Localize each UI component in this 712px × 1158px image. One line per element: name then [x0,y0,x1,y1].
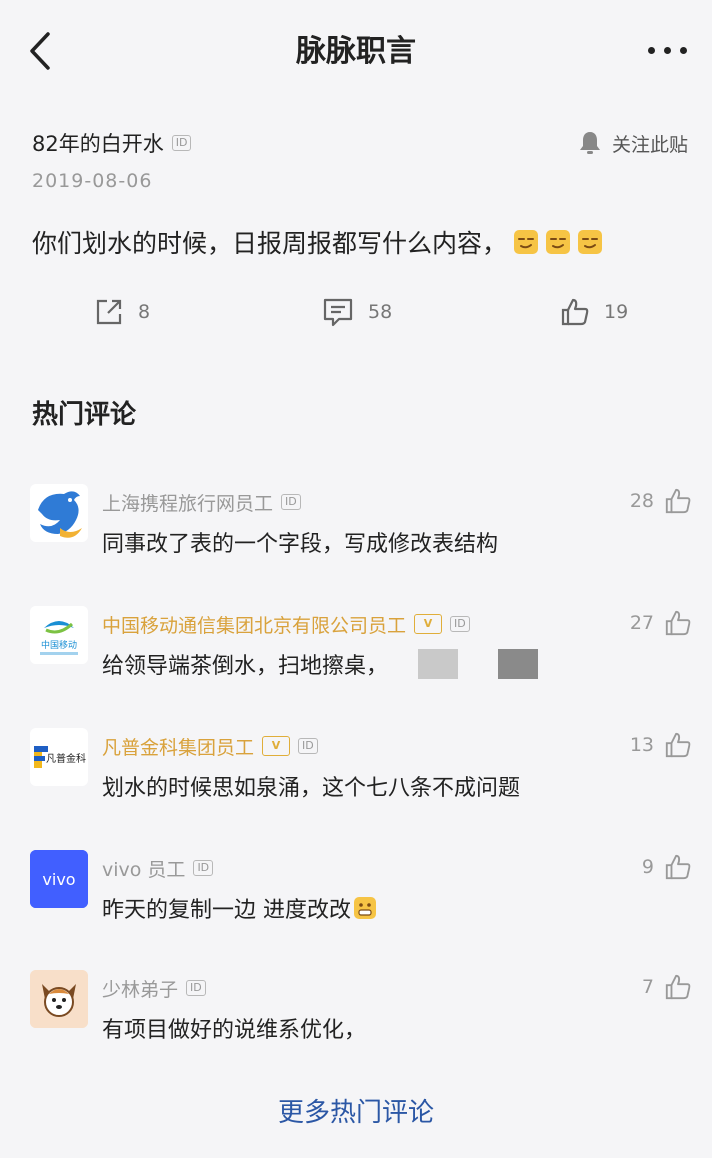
avatar-vivo-logo[interactable]: vivo [30,850,88,908]
commenter-name[interactable]: 上海携程旅行网员工 [102,489,273,516]
grin-emoji-icon [354,897,376,919]
id-badge: ID [298,738,318,754]
commenter-row: 中国移动通信集团北京有限公司员工 V ID [102,610,470,638]
page-title: 脉脉职言 [296,34,416,69]
avatar-china-mobile-logo[interactable]: 中国移动 [30,606,88,664]
thumbs-up-icon [665,854,691,880]
avatar-dog-cartoon[interactable] [30,970,88,1028]
id-badge: ID [171,135,192,151]
dolphin-logo-icon [30,484,88,542]
comment-text: 划水的时候思如泉涌，这个七八条不成问题 [102,776,521,801]
verified-badge: V [414,614,443,634]
avatar-dolphin-logo[interactable] [30,484,88,542]
commenter-name[interactable]: 凡普金科集团员工 [102,733,254,760]
comment-button[interactable]: 58 [322,292,392,332]
comment-like-count: 28 [629,490,654,512]
comment-icon [323,298,353,327]
top-bar: 脉脉职言 [0,0,712,100]
post-actions: 8 58 19 [0,292,712,332]
thumbs-up-icon [665,610,691,636]
comment-like-button[interactable]: 28 [630,484,692,518]
share-icon [96,299,122,325]
comment-count: 58 [368,301,393,323]
more-options-button[interactable] [640,36,696,66]
comment-item: vivo vivo 员工 ID 昨天的复制一边 进度改改 9 [0,850,712,960]
page: 脉脉职言 82年的白开水 ID 关注此贴 2019-08-06 你们划水的时候，… [0,0,712,1158]
follow-label: 关注此贴 [611,133,688,156]
hot-comments-section: 热门评论 上海携程旅行网员工 ID 同事改了表的一个字段，写成修改表结构 28 [0,370,712,1158]
comment-like-button[interactable]: 27 [630,606,692,640]
section-title: 热门评论 [32,400,137,430]
smirk-emoji-icon [578,230,603,254]
id-badge: ID [193,860,214,876]
id-badge: ID [281,494,301,510]
dot-icon [664,47,671,54]
post-author-row: 82年的白开水 ID [32,128,192,158]
comment-text: 给领导端茶倒水，扫地擦桌， [102,654,389,679]
dog-avatar-icon [30,970,88,1028]
smirk-emoji-icon [514,230,539,254]
comment-item: 少林弟子 ID 有项目做好的说维系优化， 7 [0,970,712,1080]
post-card: 82年的白开水 ID 关注此贴 2019-08-06 你们划水的时候，日报周报都… [0,100,712,355]
commenter-row: 凡普金科集团员工 V ID [102,732,318,760]
smirk-emoji-icon [546,230,571,254]
thumbs-up-icon [665,974,691,1000]
comment-like-count: 7 [641,976,654,998]
post-content: 你们划水的时候，日报周报都写什么内容， [32,224,603,260]
china-mobile-logo-text: 中国移动 [41,639,77,651]
comment-like-count: 27 [629,612,654,634]
avatar-fanpu-logo[interactable]: 凡普金科 [30,728,88,786]
follow-post-button[interactable]: 关注此贴 [578,128,688,158]
comment-like-count: 13 [629,734,654,756]
share-button[interactable]: 8 [94,292,150,332]
share-count: 8 [138,301,151,323]
comment-like-button[interactable]: 13 [630,728,692,762]
thumbs-up-icon [665,488,691,514]
comment-like-button[interactable]: 7 [642,970,692,1004]
post-author[interactable]: 82年的白开水 [32,128,164,158]
comment-text: 有项目做好的说维系优化， [102,1018,367,1043]
fanpu-logo-icon: 凡普金科 [30,728,88,786]
comment-item: 凡普金科 凡普金科集团员工 V ID 划水的时候思如泉涌，这个七八条不成问题 1… [0,728,712,838]
verified-badge: V [262,736,291,756]
commenter-name[interactable]: 少林弟子 [102,975,178,1002]
vivo-logo-text: vivo [42,870,75,889]
dot-icon [680,47,687,54]
comment-text: 同事改了表的一个字段，写成修改表结构 [102,532,499,557]
commenter-row: 少林弟子 ID [102,974,206,1002]
comment-like-count: 9 [641,856,654,878]
post-date: 2019-08-06 [32,170,153,192]
comment-text-row: 给领导端茶倒水，扫地擦桌， [102,648,539,680]
like-count: 19 [604,301,629,323]
comment-text: 昨天的复制一边 进度改改 [102,898,351,923]
commenter-name[interactable]: 中国移动通信集团北京有限公司员工 [102,611,406,638]
comment-item: 上海携程旅行网员工 ID 同事改了表的一个字段，写成修改表结构 28 [0,484,712,594]
blurred-image [498,649,539,679]
commenter-row: vivo 员工 ID [102,854,214,882]
commenter-name[interactable]: vivo 员工 [102,855,185,882]
china-mobile-logo-icon: 中国移动 [30,606,88,664]
comment-text-row: 昨天的复制一边 进度改改 [102,892,377,924]
thumbs-up-icon [665,732,691,758]
post-text: 你们划水的时候，日报周报都写什么内容， [32,229,508,258]
id-badge: ID [450,616,470,632]
more-hot-comments-link[interactable]: 更多热门评论 [0,1092,712,1129]
commenter-row: 上海携程旅行网员工 ID [102,488,301,516]
bell-icon [579,132,600,154]
comment-item: 中国移动 中国移动通信集团北京有限公司员工 V ID 给领导端茶倒水，扫地擦桌，… [0,606,712,716]
thumbs-up-icon [561,298,589,326]
fanpu-logo-text: 凡普金科 [46,752,86,765]
blurred-image [418,649,459,679]
vivo-logo-icon: vivo [30,850,88,908]
comment-like-button[interactable]: 9 [642,850,692,884]
id-badge: ID [186,980,206,996]
like-button[interactable]: 19 [560,292,628,332]
dot-icon [648,47,655,54]
